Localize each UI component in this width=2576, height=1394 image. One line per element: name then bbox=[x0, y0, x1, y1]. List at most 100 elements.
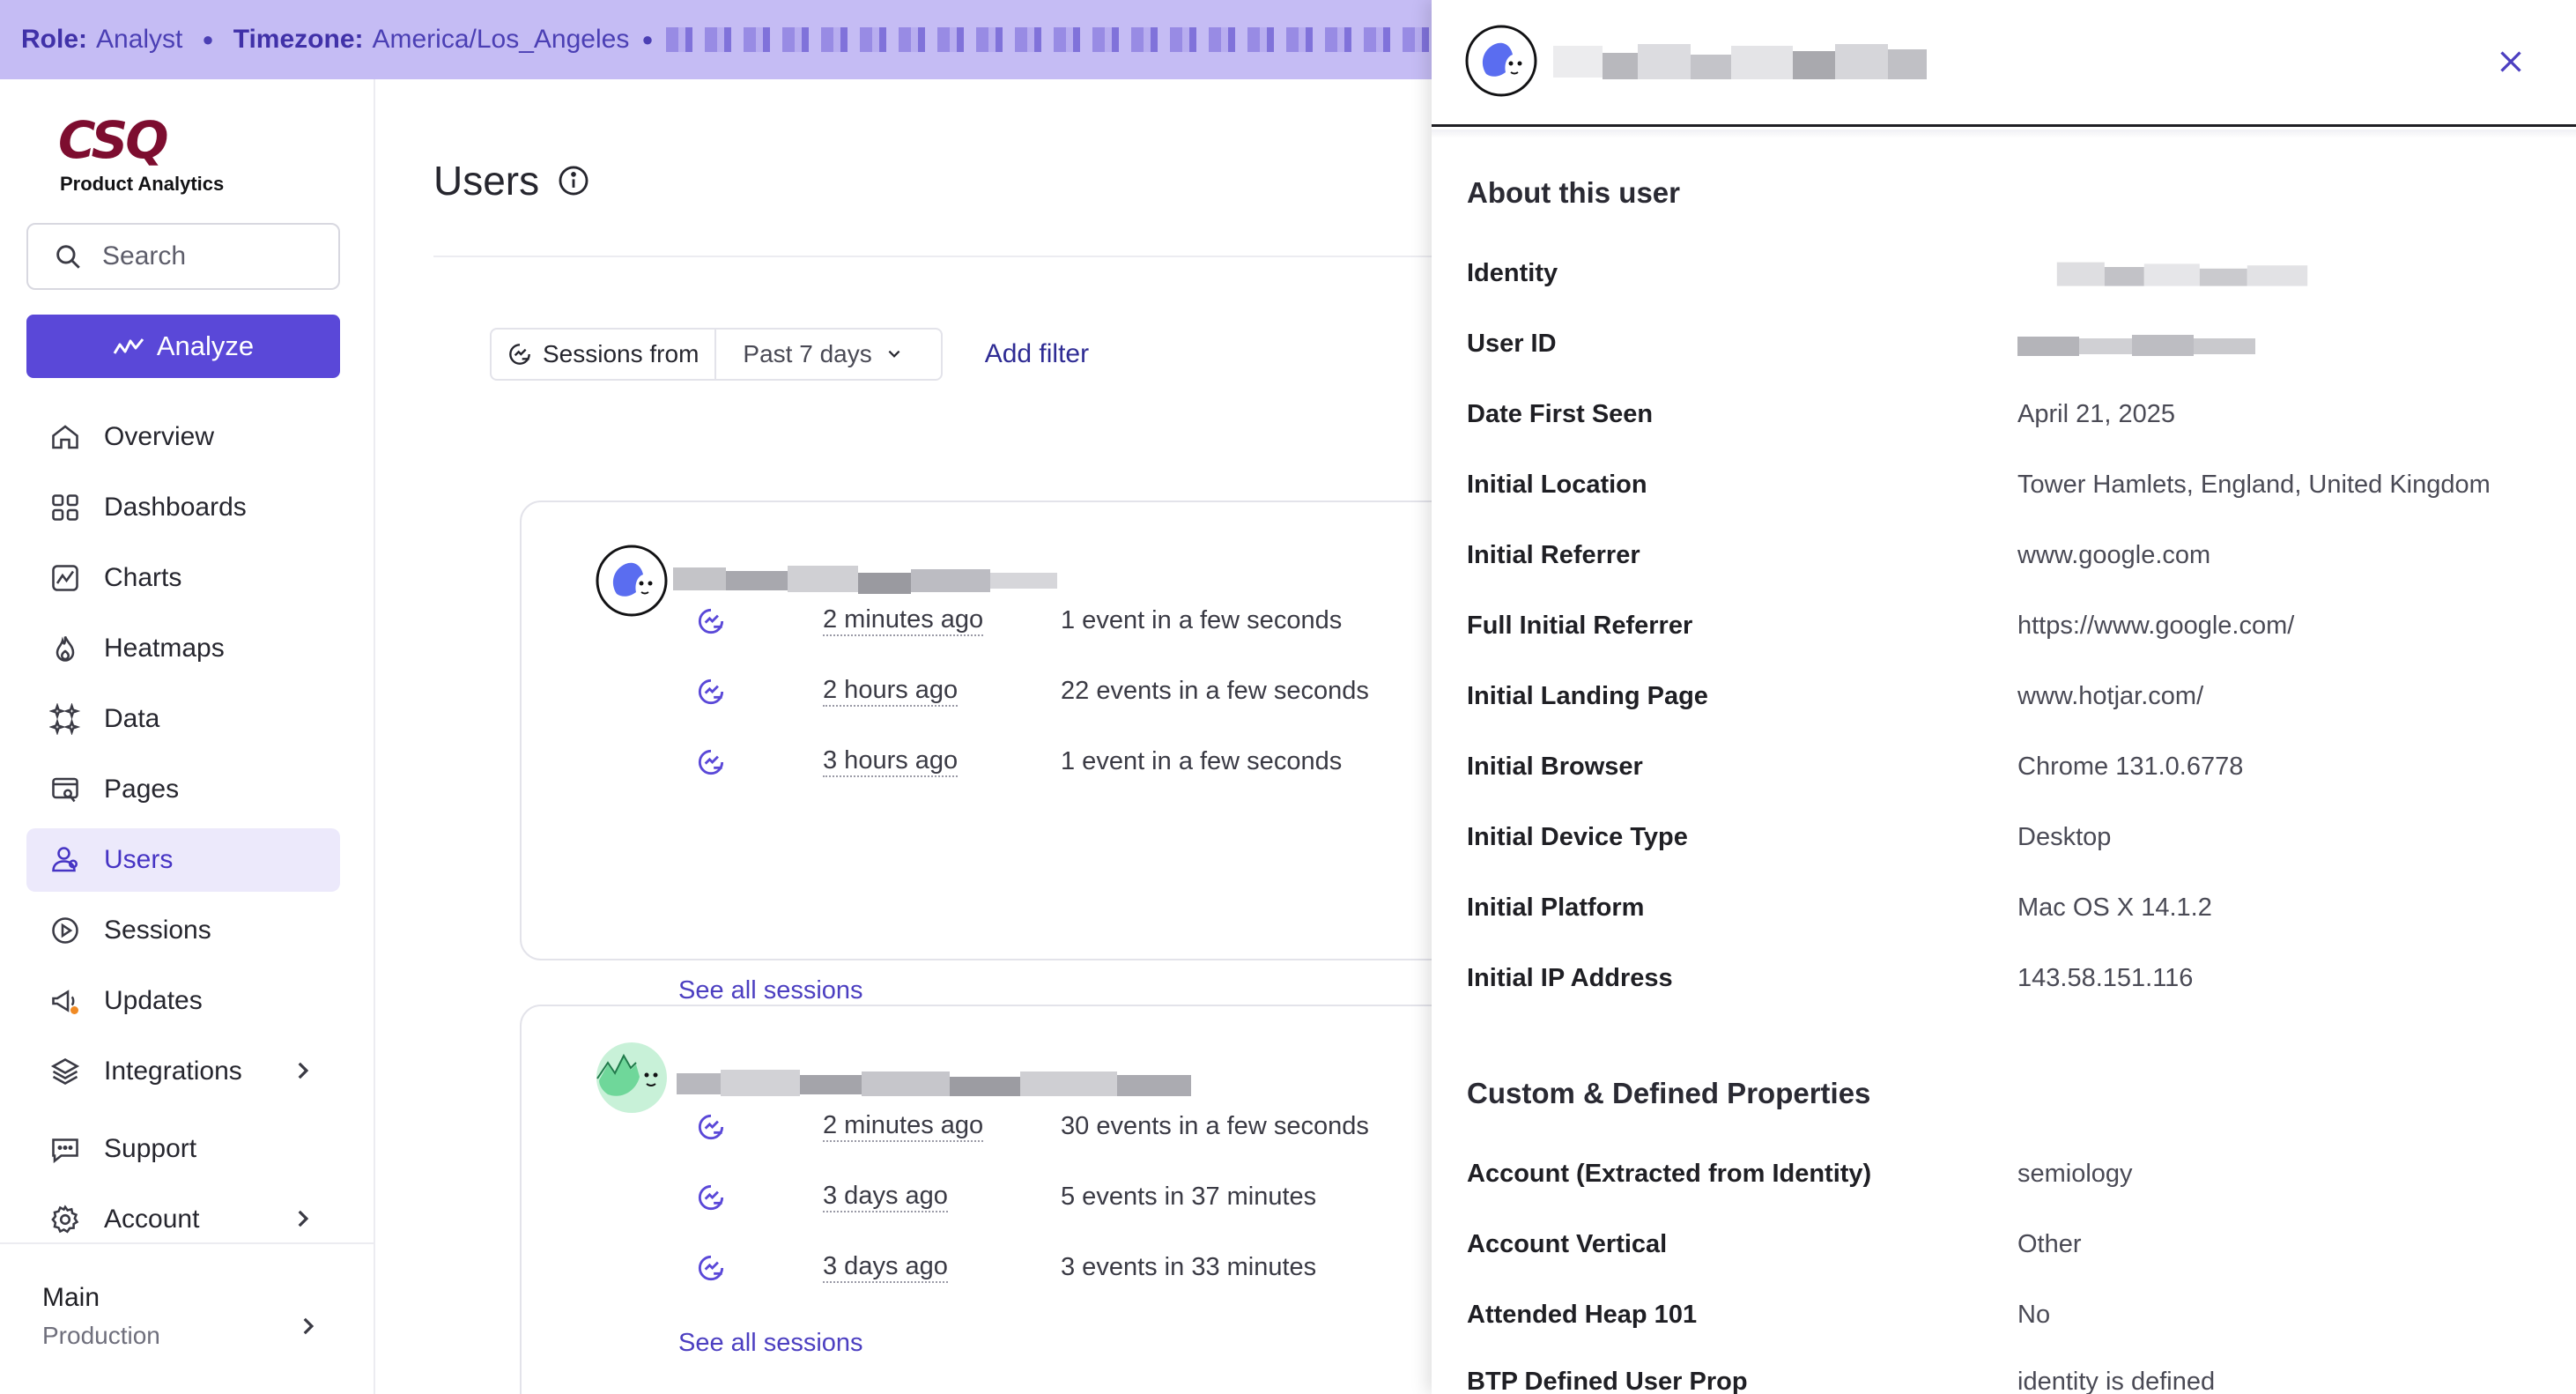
add-filter-button[interactable]: Add filter bbox=[985, 339, 1089, 369]
property-key: Initial Device Type bbox=[1467, 823, 1688, 851]
session-time[interactable]: 3 days ago bbox=[823, 1251, 948, 1283]
session-time[interactable]: 2 minutes ago bbox=[823, 1110, 984, 1142]
sidebar-item-label: Dashboards bbox=[104, 493, 247, 522]
user-card: 2 minutes ago 1 event in a few seconds 2… bbox=[520, 501, 1432, 1005]
sidebar-item-sessions[interactable]: Sessions bbox=[26, 899, 340, 962]
chat-icon bbox=[48, 1131, 83, 1167]
sidebar-item-overview[interactable]: Overview bbox=[26, 405, 340, 469]
see-all-sessions-link[interactable]: See all sessions bbox=[678, 1329, 863, 1358]
gear-icon bbox=[48, 1202, 83, 1237]
redacted-value bbox=[2056, 262, 2308, 286]
sidebar: CSQ Product Analytics Search Analyze Ove… bbox=[0, 79, 375, 1394]
timezone-label: Timezone: bbox=[233, 25, 364, 54]
property-value: Desktop bbox=[2017, 823, 2112, 851]
analyze-button[interactable]: Analyze bbox=[26, 315, 340, 378]
property-key: Initial Platform bbox=[1467, 893, 1645, 922]
page-title: Users bbox=[433, 157, 590, 204]
chevron-right-icon bbox=[303, 1317, 315, 1335]
property-value: Mac OS X 14.1.2 bbox=[2017, 893, 2212, 922]
sessions-filter[interactable]: Sessions from Past 7 days bbox=[490, 328, 943, 381]
session-icon bbox=[698, 678, 724, 705]
main-content: Users Sessions from Past 7 days Add filt… bbox=[377, 79, 1432, 1394]
user-card: 2 minutes ago 30 events in a few seconds… bbox=[520, 1005, 1432, 1394]
sidebar-item-support[interactable]: Support bbox=[26, 1117, 340, 1181]
property-value-redacted bbox=[2043, 259, 2321, 298]
property-key: Initial Location bbox=[1467, 471, 1647, 499]
role-label: Role: bbox=[21, 25, 87, 54]
sidebar-item-users[interactable]: Users bbox=[26, 828, 340, 892]
session-events: 1 event in a few seconds bbox=[1061, 605, 1343, 634]
flame-icon bbox=[48, 631, 83, 666]
session-events: 22 events in a few seconds bbox=[1061, 676, 1369, 705]
see-all-sessions-link[interactable]: See all sessions bbox=[678, 976, 863, 1005]
dashboards-icon bbox=[48, 490, 83, 525]
property-row-user-id: User ID bbox=[1467, 330, 2550, 368]
property-row: Account Vertical Other bbox=[1467, 1230, 2550, 1269]
sidebar-item-heatmaps[interactable]: Heatmaps bbox=[26, 617, 340, 680]
avatar[interactable] bbox=[596, 545, 668, 617]
property-value: semiology bbox=[2017, 1160, 2133, 1188]
sidebar-item-data[interactable]: Data bbox=[26, 687, 340, 751]
info-icon[interactable] bbox=[557, 164, 590, 197]
property-value: www.google.com bbox=[2017, 541, 2211, 569]
session-time[interactable]: 3 hours ago bbox=[823, 745, 959, 777]
divider bbox=[433, 256, 1432, 257]
sidebar-item-label: Overview bbox=[104, 422, 215, 451]
analyze-icon bbox=[113, 338, 144, 354]
sparkle-icon bbox=[48, 701, 83, 737]
layers-icon bbox=[48, 1054, 83, 1089]
property-row: Initial Platform Mac OS X 14.1.2 bbox=[1467, 893, 2550, 932]
property-key: Account (Extracted from Identity) bbox=[1467, 1160, 1872, 1188]
sidebar-item-label: Updates bbox=[104, 986, 203, 1015]
logo-mark: CSQ bbox=[58, 110, 169, 170]
property-row: Initial Landing Page www.hotjar.com/ bbox=[1467, 682, 2550, 721]
logo-subtitle: Product Analytics bbox=[60, 173, 225, 195]
property-row-identity: Identity bbox=[1467, 259, 2550, 298]
avatar bbox=[1465, 25, 1537, 97]
role-value: Analyst bbox=[96, 25, 183, 54]
property-key: BTP Defined User Prop bbox=[1467, 1368, 1748, 1394]
sidebar-item-dashboards[interactable]: Dashboards bbox=[26, 476, 340, 539]
session-icon bbox=[509, 344, 530, 365]
property-key: Date First Seen bbox=[1467, 400, 1654, 428]
page-icon bbox=[48, 772, 83, 807]
property-key: Initial Landing Page bbox=[1467, 682, 1708, 710]
property-value: Tower Hamlets, England, United Kingdom bbox=[2017, 471, 2491, 499]
property-value: April 21, 2025 bbox=[2017, 400, 2175, 428]
search-input[interactable]: Search bbox=[26, 223, 340, 290]
property-value: identity is defined bbox=[2017, 1368, 2216, 1394]
session-time[interactable]: 2 hours ago bbox=[823, 675, 959, 707]
property-key: Full Initial Referrer bbox=[1467, 612, 1693, 640]
property-value: www.hotjar.com/ bbox=[2017, 682, 2204, 710]
avatar[interactable] bbox=[596, 1042, 668, 1114]
session-time[interactable]: 2 minutes ago bbox=[823, 604, 984, 636]
session-time[interactable]: 3 days ago bbox=[823, 1181, 948, 1212]
sidebar-item-charts[interactable]: Charts bbox=[26, 546, 340, 610]
property-value: https://www.google.com/ bbox=[2017, 612, 2295, 640]
analyze-label: Analyze bbox=[156, 330, 255, 361]
session-events: 1 event in a few seconds bbox=[1061, 746, 1343, 775]
date-range-dropdown[interactable]: Past 7 days bbox=[716, 340, 940, 368]
users-icon bbox=[48, 842, 83, 878]
home-icon bbox=[48, 419, 83, 455]
property-row: Initial IP Address 143.58.151.116 bbox=[1467, 964, 2550, 1003]
session-events: 3 events in 33 minutes bbox=[1061, 1252, 1317, 1281]
sidebar-item-updates[interactable]: Updates bbox=[26, 969, 340, 1033]
property-value: Other bbox=[2017, 1230, 2082, 1258]
sidebar-item-label: Support bbox=[104, 1134, 197, 1163]
session-icon bbox=[698, 1255, 724, 1281]
redacted-user-name bbox=[1553, 44, 1927, 79]
sidebar-item-integrations[interactable]: Integrations bbox=[26, 1040, 340, 1103]
user-detail-panel: About this user Identity User ID Date Fi… bbox=[1432, 0, 2576, 1394]
property-key: Initial Browser bbox=[1467, 753, 1643, 781]
close-icon[interactable] bbox=[2495, 46, 2527, 78]
session-events: 5 events in 37 minutes bbox=[1061, 1182, 1317, 1211]
custom-section-title: Custom & Defined Properties bbox=[1467, 1077, 1871, 1109]
page-title-text: Users bbox=[433, 158, 540, 204]
search-placeholder: Search bbox=[102, 241, 187, 271]
brand-logo[interactable]: CSQ Product Analytics bbox=[58, 110, 234, 195]
sidebar-item-pages[interactable]: Pages bbox=[26, 758, 340, 821]
workspace-name: Main bbox=[42, 1283, 100, 1312]
chevron-right-icon bbox=[298, 1062, 309, 1079]
workspace-switcher[interactable]: Main Production bbox=[0, 1242, 374, 1394]
